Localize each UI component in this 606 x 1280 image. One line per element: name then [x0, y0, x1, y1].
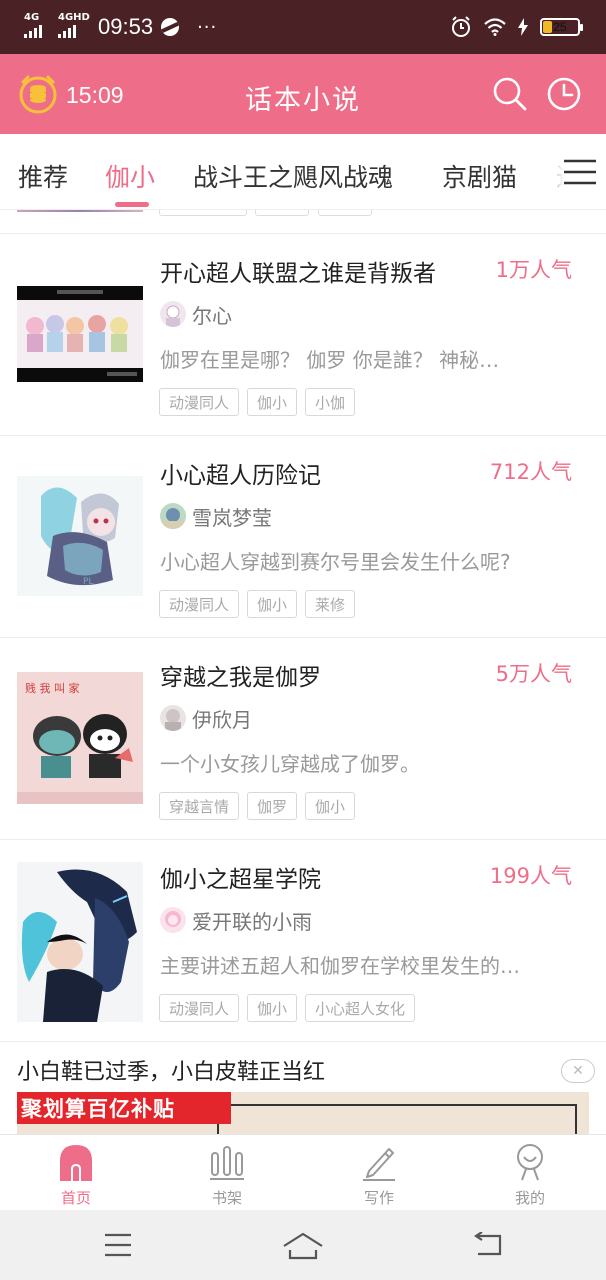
nav-write[interactable]: 写作	[329, 1135, 429, 1211]
book-card[interactable]: 贱 我 叫 家 穿越之我是伽罗 5万人气 伊欣月 一个小女孩儿穿越成了伽罗。 穿…	[0, 638, 606, 840]
battery-icon: 25	[540, 18, 583, 36]
app-header: 15:09 话本小说	[0, 54, 606, 134]
menu-icon[interactable]	[103, 1232, 133, 1258]
profile-icon	[517, 1144, 543, 1181]
charging-icon	[518, 18, 528, 36]
book-popularity: 199人气	[489, 864, 572, 888]
avatar	[160, 705, 186, 731]
nav-bookshelf[interactable]: 书架	[177, 1135, 277, 1211]
book-tags: 穿越言情 伽罗 伽小	[159, 792, 356, 820]
book-card[interactable]: PL 小心超人历险记 712人气 雪岚梦莹 小心超人穿越到赛尔号里会发生什么呢?…	[0, 436, 606, 638]
book-tags: 动漫同人 伽小 莱修	[159, 590, 356, 618]
nav-home[interactable]: 首页	[26, 1135, 126, 1211]
more-notifications-icon: ···	[197, 16, 218, 38]
ad-banner[interactable]: 小白鞋已过季，小白皮鞋正当红 ✕ 聚划算百亿补贴	[0, 1042, 606, 1134]
ad-title[interactable]: 小白鞋已过季，小白皮鞋正当红	[17, 1054, 325, 1086]
category-tabs: 推荐 伽小 战斗王之飓风战魂 京剧猫 进	[0, 134, 606, 210]
book-popularity: 712人气	[489, 460, 572, 484]
book-cover: 贱 我 叫 家	[17, 672, 143, 804]
tab-jingjumao[interactable]: 京剧猫	[442, 158, 517, 194]
active-tab-indicator	[115, 202, 149, 207]
book-tag[interactable]: 动漫同人	[159, 388, 240, 416]
book-tags: 动漫同人 伽小 小心超人女化	[159, 994, 416, 1022]
book-author[interactable]: 尔心	[160, 300, 232, 328]
app-notification-icon	[161, 18, 180, 36]
book-cover: PL	[17, 476, 143, 596]
svg-text:PL: PL	[83, 577, 93, 587]
author-name: 雪岚梦莹	[192, 505, 272, 530]
book-tag[interactable]: 伽小	[247, 994, 298, 1022]
author-name: 爱开联的小雨	[192, 909, 312, 934]
bookshelf-icon	[210, 1146, 244, 1180]
nav-profile[interactable]: 我的	[480, 1135, 580, 1211]
wifi-icon	[484, 18, 506, 36]
book-cover	[17, 286, 143, 382]
home-icon[interactable]	[282, 1232, 324, 1260]
system-navigation-bar	[0, 1210, 606, 1280]
book-description: 一个小女孩儿穿越成了伽罗。	[160, 752, 420, 776]
ad-banner-text: 聚划算百亿补贴	[17, 1092, 231, 1124]
book-popularity: 1万人气	[495, 258, 572, 282]
book-description: 主要讲述五超人和伽罗在学校里发生的…	[160, 954, 520, 978]
tab-battle-king[interactable]: 战斗王之飓风战魂	[193, 158, 393, 194]
search-icon[interactable]	[492, 76, 528, 112]
author-name: 伊欣月	[192, 707, 252, 732]
book-tag[interactable]: 伽小	[247, 590, 298, 618]
tab-jiaxiao[interactable]: 伽小	[105, 158, 155, 194]
book-cover	[17, 862, 143, 1022]
book-title[interactable]: 开心超人联盟之谁是背叛者	[160, 254, 436, 288]
home-icon	[60, 1145, 92, 1181]
book-card[interactable]: 伽小之超星学院 199人气 爱开联的小雨 主要讲述五超人和伽罗在学校里发生的… …	[0, 840, 606, 1042]
bottom-navigation: 首页 书架 写作 我的	[0, 1134, 606, 1210]
book-tag[interactable]: 伽小	[247, 388, 298, 416]
book-popularity: 5万人气	[495, 662, 572, 686]
author-name: 尔心	[192, 303, 232, 328]
status-time: 09:53	[98, 14, 154, 39]
book-tag[interactable]: 动漫同人	[159, 994, 240, 1022]
book-author[interactable]: 爱开联的小雨	[160, 906, 312, 934]
book-tag[interactable]: 伽罗	[247, 792, 298, 820]
book-tag[interactable]: 莱修	[305, 590, 356, 618]
menu-icon[interactable]	[558, 158, 598, 186]
book-tag[interactable]: 小伽	[305, 388, 356, 416]
svg-text:贱 我 叫 家: 贱 我 叫 家	[25, 681, 80, 695]
book-tag[interactable]: 动漫同人	[159, 590, 240, 618]
book-tags: 动漫同人 伽小 小伽	[159, 388, 356, 416]
signal-strength-icon: 4G	[24, 13, 50, 40]
avatar	[160, 503, 186, 529]
back-icon[interactable]	[472, 1232, 504, 1258]
book-title[interactable]: 伽小之超星学院	[160, 860, 321, 894]
book-author[interactable]: 雪岚梦莹	[160, 502, 272, 530]
book-tag[interactable]: 小心超人女化	[305, 994, 416, 1022]
book-card[interactable]: 开心超人联盟之谁是背叛者 1万人气 尔心 伽罗在里是哪？ 伽罗 你是誰？ 神秘……	[0, 234, 606, 436]
book-description: 伽罗在里是哪？ 伽罗 你是誰？ 神秘…	[160, 348, 500, 372]
list-item[interactable]	[0, 210, 606, 234]
book-description: 小心超人穿越到赛尔号里会发生什么呢?	[160, 550, 511, 574]
pencil-icon	[363, 1148, 395, 1181]
avatar	[160, 301, 186, 327]
history-icon[interactable]	[546, 76, 582, 112]
signal-strength-icon: 4GHD	[58, 13, 90, 40]
book-author[interactable]: 伊欣月	[160, 704, 252, 732]
ad-image[interactable]: 聚划算百亿补贴	[17, 1092, 589, 1134]
status-bar: 4G 4GHD 09:53 ··· 25	[0, 0, 606, 54]
tab-recommend[interactable]: 推荐	[18, 158, 68, 194]
book-tag[interactable]: 伽小	[305, 792, 356, 820]
alarm-icon	[452, 16, 470, 37]
book-title[interactable]: 穿越之我是伽罗	[160, 658, 321, 692]
avatar	[160, 907, 186, 933]
ad-close-button[interactable]: ✕	[561, 1059, 595, 1083]
book-title[interactable]: 小心超人历险记	[160, 456, 321, 490]
book-tag[interactable]: 穿越言情	[159, 792, 240, 820]
